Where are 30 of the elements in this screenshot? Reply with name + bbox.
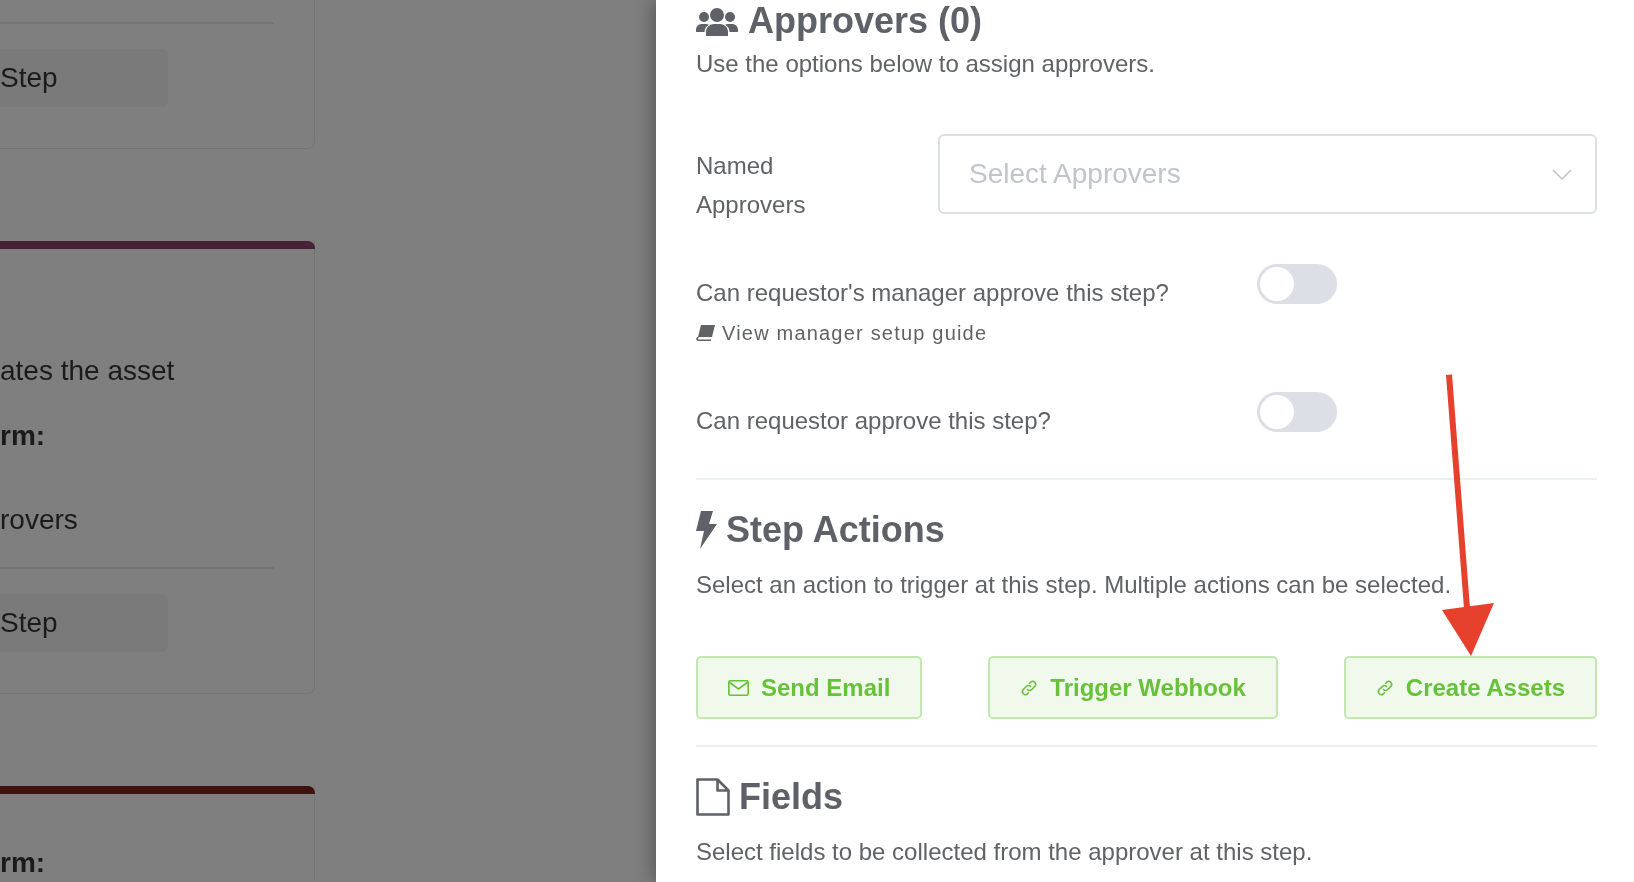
toggle-label: Can requestor approve this step? bbox=[696, 406, 1051, 436]
action-button[interactable]: Create Assets bbox=[1343, 656, 1597, 719]
section-title: Approvers (0) bbox=[748, 0, 983, 41]
section-description: Select fields to be collected from the approver at this step. bbox=[696, 837, 1313, 867]
action-button[interactable]: Trigger Webhook bbox=[988, 656, 1278, 719]
card-text: rovers bbox=[0, 503, 78, 537]
toggle-label: Can requestor's manager approve this step? bbox=[696, 278, 1169, 308]
approver-select[interactable]: Select Approvers bbox=[938, 134, 1597, 214]
setup-guide-link[interactable]: View manager setup guide bbox=[696, 320, 988, 346]
card-label: rm: bbox=[0, 419, 46, 453]
lightning-icon bbox=[696, 511, 717, 549]
toggle-switch[interactable] bbox=[1257, 392, 1337, 432]
step-button[interactable]: Step bbox=[0, 49, 168, 107]
card-text: ates the asset bbox=[0, 354, 175, 388]
envelope-icon bbox=[728, 679, 749, 696]
step-button[interactable]: Step bbox=[0, 594, 168, 652]
section-title: Fields bbox=[739, 775, 844, 819]
section-description: Use the options below to assign approvers. bbox=[696, 49, 1155, 79]
link-icon bbox=[1375, 678, 1394, 697]
section-description: Select an action to trigger at this step. Multiple actions can be selected. bbox=[696, 570, 1452, 600]
link-icon bbox=[1020, 678, 1039, 697]
toggle-switch[interactable] bbox=[1257, 264, 1337, 304]
document-icon bbox=[696, 778, 730, 816]
card-label: rm: bbox=[0, 846, 46, 880]
field-label: Named Approvers bbox=[696, 151, 807, 220]
people-icon bbox=[696, 8, 738, 36]
book-icon bbox=[696, 325, 715, 341]
action-button[interactable]: Send Email bbox=[696, 656, 923, 719]
section-title: Step Actions bbox=[726, 508, 945, 552]
chevron-down-icon bbox=[1552, 169, 1572, 180]
